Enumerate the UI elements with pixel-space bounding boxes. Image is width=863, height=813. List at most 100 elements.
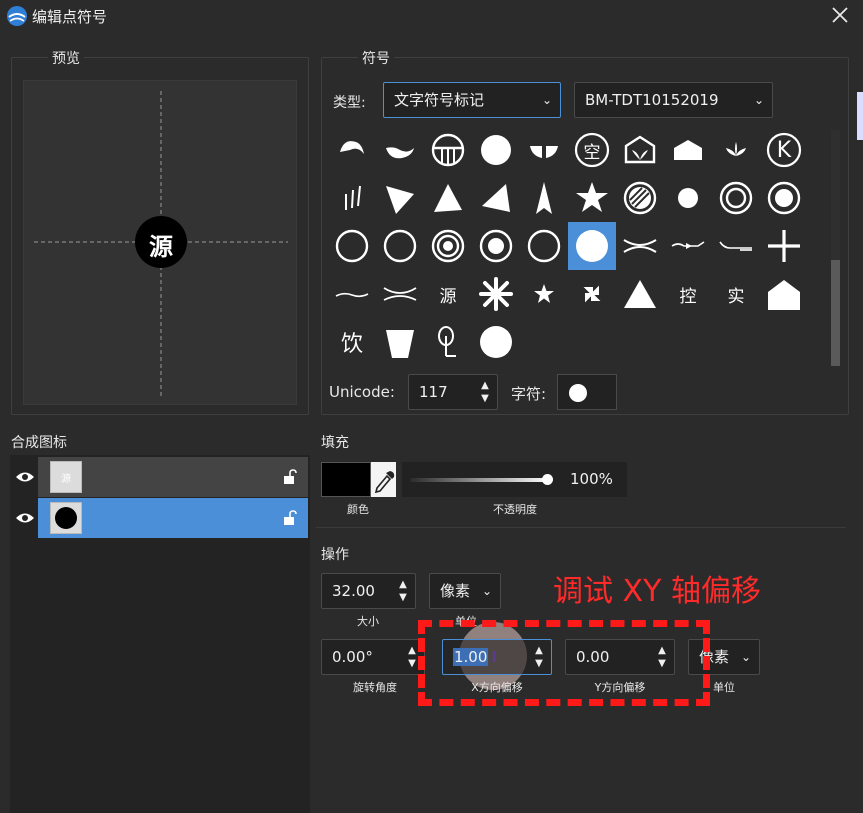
hatched-circle-icon — [623, 181, 657, 215]
symbol-cell[interactable] — [760, 222, 808, 270]
close-icon[interactable] — [829, 4, 851, 26]
symbol-cell[interactable] — [664, 222, 712, 270]
symbol-cell[interactable] — [424, 126, 472, 174]
symbol-cell[interactable] — [472, 318, 520, 366]
layer-row[interactable]: 源 — [10, 457, 310, 497]
unlock-icon[interactable] — [282, 510, 298, 526]
font-select[interactable]: BM-TDT10152019 ⌄ — [574, 82, 773, 118]
symbol-glyph: 控 — [679, 286, 697, 307]
unlock-icon[interactable] — [282, 469, 298, 485]
circle-outline-icon — [335, 229, 369, 263]
char-label: 字符: — [511, 385, 547, 403]
small-star-icon — [534, 284, 554, 303]
symbol-cell[interactable] — [712, 222, 760, 270]
symbol-glyph: 源 — [439, 286, 457, 307]
unicode-spinbox[interactable]: 117 ▲ ▼ — [408, 374, 498, 410]
triangle-down-icon — [386, 186, 414, 214]
size-unit-select[interactable]: 像素 ⌄ — [429, 573, 501, 609]
opacity-caption: 不透明度 — [493, 503, 537, 516]
triangle-icon — [624, 280, 656, 308]
symbol-cell[interactable] — [472, 222, 520, 270]
circle-outline-icon — [527, 229, 561, 263]
symbol-cell[interactable] — [424, 222, 472, 270]
symbol-cell[interactable] — [376, 270, 424, 318]
spin-down-icon[interactable]: ▼ — [397, 591, 409, 604]
unicode-value: 117 — [419, 383, 448, 401]
symbol-cell[interactable] — [520, 270, 568, 318]
symbol-cell[interactable] — [664, 174, 712, 222]
spin-down-icon[interactable]: ▼ — [479, 392, 491, 405]
symbol-cell[interactable] — [616, 270, 664, 318]
symbol-cell[interactable]: 控 — [664, 270, 712, 318]
black-dot-icon — [55, 507, 77, 529]
fill-label: 填充 — [321, 435, 349, 451]
size-spinbox[interactable]: 32.00 ▲ ▼ — [321, 573, 416, 609]
symbol-cell[interactable] — [520, 174, 568, 222]
layer-body[interactable]: 源 — [38, 457, 308, 497]
symbol-cell[interactable] — [328, 126, 376, 174]
wavy-line-icon — [335, 292, 369, 298]
symbol-cell[interactable] — [328, 270, 376, 318]
symbol-grid: 空 K 源 控 实 饮 — [328, 126, 828, 368]
symbol-cell[interactable] — [472, 174, 520, 222]
eye-icon[interactable] — [12, 498, 38, 538]
scrollbar-thumb[interactable] — [831, 260, 840, 366]
symbol-cell[interactable] — [616, 174, 664, 222]
spin-down-icon[interactable]: ▼ — [406, 657, 418, 670]
spin-up-icon[interactable]: ▲ — [479, 379, 491, 392]
symbol-cell[interactable] — [616, 222, 664, 270]
fill-color-swatch[interactable] — [321, 462, 371, 497]
symbol-cell[interactable]: 源 — [424, 270, 472, 318]
symbol-cell[interactable] — [616, 126, 664, 174]
symbol-cell[interactable] — [568, 270, 616, 318]
preview-canvas: 源 — [23, 80, 297, 405]
symbol-cell[interactable] — [520, 126, 568, 174]
symbol-cell[interactable] — [472, 270, 520, 318]
symbol-cell[interactable]: 实 — [712, 270, 760, 318]
symbol-cell[interactable] — [328, 174, 376, 222]
symbol-cell[interactable]: 饮 — [328, 318, 376, 366]
opacity-slider-track[interactable] — [410, 478, 550, 482]
symbol-cell[interactable] — [712, 126, 760, 174]
symbol-grid-scrollbar[interactable] — [831, 130, 840, 366]
wave-hook-icon — [340, 141, 364, 154]
layer-row-selected[interactable] — [10, 498, 310, 538]
spin-up-icon[interactable]: ▲ — [397, 578, 409, 591]
eye-icon[interactable] — [12, 457, 38, 497]
symbol-cell[interactable] — [472, 126, 520, 174]
symbol-cell[interactable] — [760, 270, 808, 318]
symbol-cell[interactable] — [376, 126, 424, 174]
trapezoid-icon — [386, 330, 414, 358]
symbol-glyph: 空 — [583, 142, 601, 163]
pinwheel-icon — [583, 285, 601, 303]
symbol-cell[interactable] — [760, 174, 808, 222]
symbol-cell[interactable] — [376, 222, 424, 270]
symbol-cell[interactable] — [520, 222, 568, 270]
filled-house-icon — [674, 140, 702, 160]
symbol-cell[interactable]: 空 — [568, 126, 616, 174]
opacity-slider-handle[interactable] — [542, 474, 553, 485]
symbol-cell[interactable] — [424, 318, 472, 366]
small-dot-icon — [678, 188, 698, 208]
symbol-cell-selected[interactable] — [568, 222, 616, 270]
spin-arrows: ▲ ▼ — [479, 379, 491, 405]
type-select[interactable]: 文字符号标记 ⌄ — [383, 82, 561, 118]
layer-thumbnail: 源 — [50, 461, 82, 493]
ring-dot-icon — [767, 181, 801, 215]
symbol-cell[interactable] — [568, 174, 616, 222]
size-value: 32.00 — [332, 582, 375, 600]
asterisk-icon — [479, 277, 513, 311]
symbol-cell[interactable] — [664, 126, 712, 174]
spin-up-icon[interactable]: ▲ — [406, 644, 418, 657]
symbol-cell[interactable] — [376, 318, 424, 366]
eyedropper-button[interactable] — [371, 462, 396, 497]
symbol-cell[interactable] — [712, 174, 760, 222]
symbol-cell[interactable]: K — [760, 126, 808, 174]
rotation-spinbox[interactable]: 0.00° ▲ ▼ — [321, 639, 425, 675]
symbol-cell[interactable] — [376, 174, 424, 222]
char-circle-icon — [569, 384, 587, 402]
symbol-cell[interactable] — [424, 174, 472, 222]
rotation-value: 0.00° — [332, 648, 373, 666]
symbol-cell[interactable] — [328, 222, 376, 270]
layer-body[interactable] — [38, 498, 308, 538]
